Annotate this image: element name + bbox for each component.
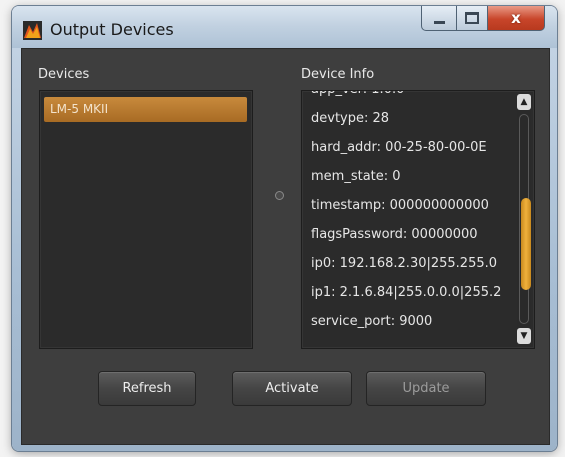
devices-label: Devices [38,67,90,82]
window-controls: x [421,6,545,32]
title-bar[interactable]: Output Devices x [12,6,557,48]
close-icon: x [511,9,521,27]
minimize-icon [433,20,445,24]
device-info-lines: app_ver: 1.0.0 devtype: 28 hard_addr: 00… [311,91,515,336]
info-line: flagsPassword: 00000000 [311,227,478,242]
info-line: ip1: 2.1.6.84|255.0.0.0|255.2 [311,285,502,300]
maximize-icon [465,12,479,24]
activate-button[interactable]: Activate [232,371,352,406]
device-item-lm5-mkii[interactable]: LM-5 MKII [44,97,247,122]
info-line: service_port: 9000 [311,314,433,329]
info-line: ip0: 192.168.2.30|255.255.0 [311,256,498,271]
minimize-button[interactable] [421,6,457,31]
scroll-up-arrow-icon[interactable]: ▲ [517,94,531,110]
output-devices-window: Output Devices x Devices Device Info LM-… [12,6,557,451]
scroll-track[interactable] [519,114,531,324]
scroll-thumb[interactable] [521,198,531,290]
device-info-label: Device Info [301,67,375,82]
window-title: Output Devices [50,20,174,39]
refresh-button[interactable]: Refresh [98,371,196,406]
splitter-handle[interactable] [275,191,284,200]
info-line: devtype: 28 [311,111,390,126]
info-line: hard_addr: 00-25-80-00-0E [311,140,487,155]
info-line: app_ver: 1.0.0 [311,91,515,104]
devices-list[interactable]: LM-5 MKII [39,90,253,349]
app-icon [23,21,42,40]
maximize-button[interactable] [457,6,488,31]
update-button[interactable]: Update [366,371,486,406]
info-line: timestamp: 000000000000 [311,198,489,213]
info-line: mem_state: 0 [311,169,401,184]
dialog-body: Devices Device Info LM-5 MKII app_ver: 1… [21,48,550,445]
device-info-panel[interactable]: app_ver: 1.0.0 devtype: 28 hard_addr: 00… [301,90,535,349]
device-info-scrollbar[interactable]: ▲ ▼ [517,94,531,344]
close-button[interactable]: x [488,6,545,31]
scroll-down-arrow-icon[interactable]: ▼ [517,328,531,344]
